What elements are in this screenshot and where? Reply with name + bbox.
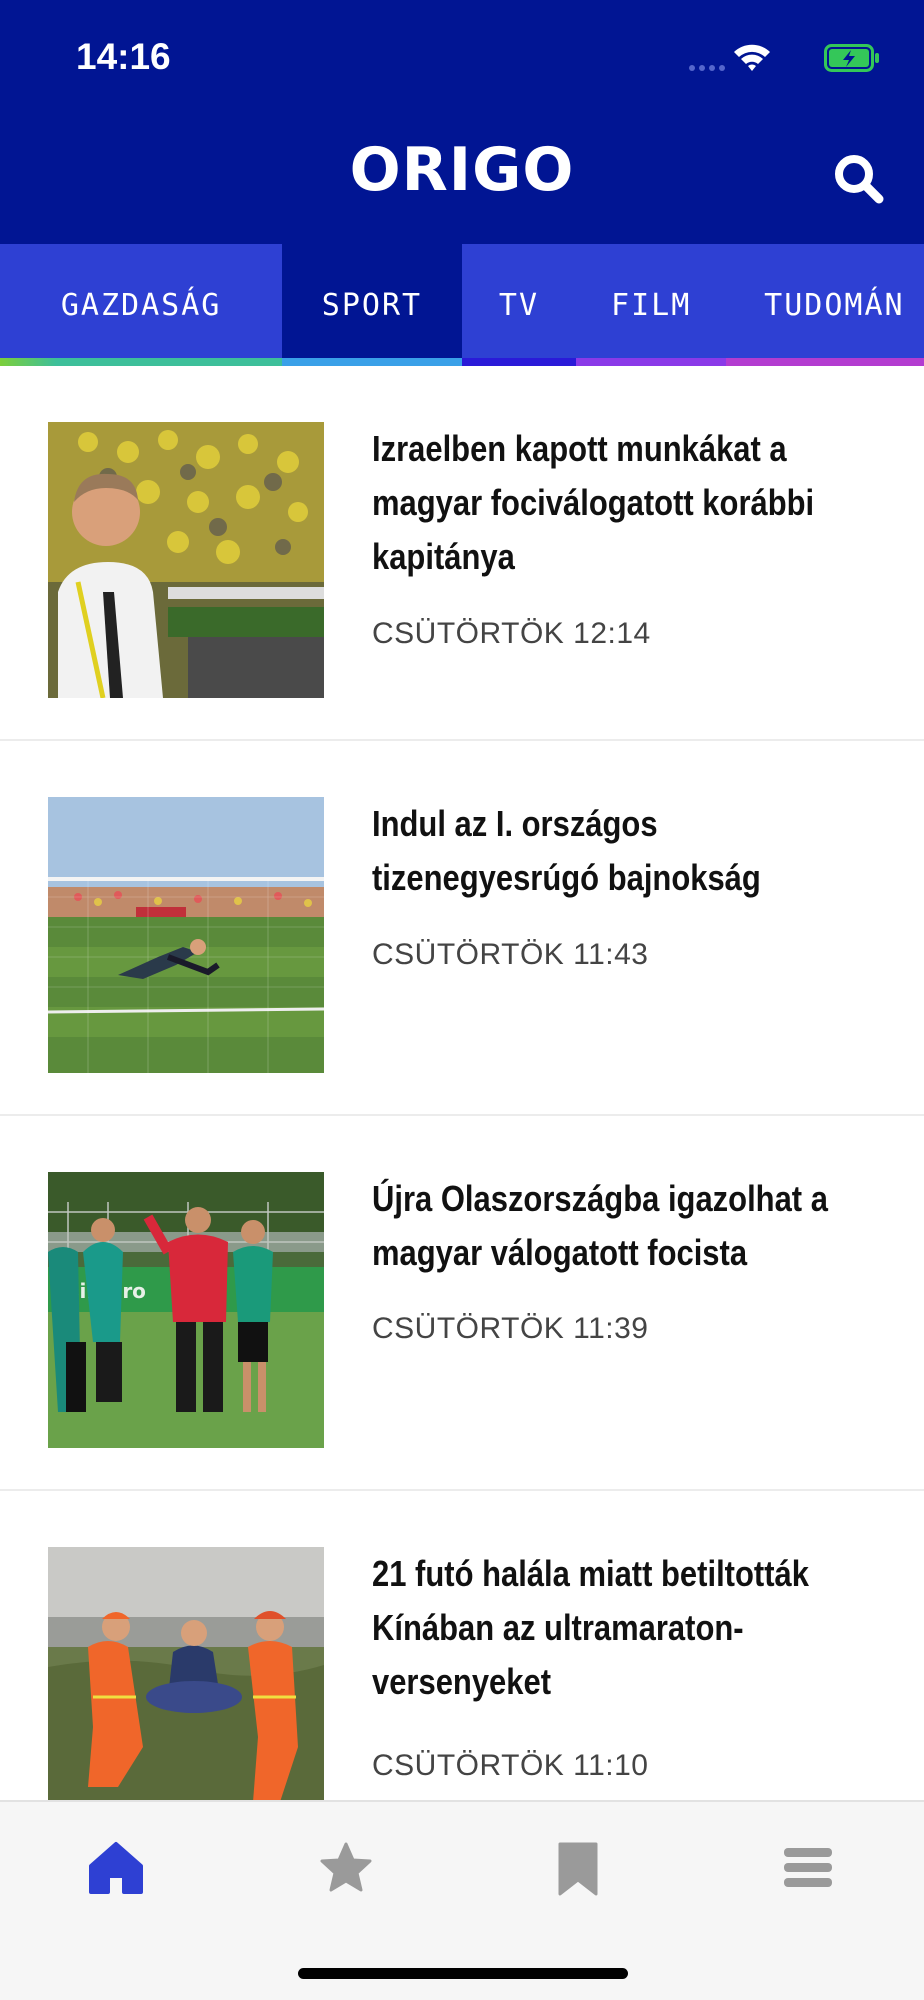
tab-underline bbox=[282, 358, 462, 366]
tab-tudomany[interactable]: TUDOMÁN bbox=[726, 244, 924, 366]
bookmark-icon[interactable] bbox=[548, 1838, 608, 1898]
article-title-line: versenyeket bbox=[372, 1661, 552, 1702]
article-thumbnail bbox=[48, 797, 324, 1073]
article-title-line: magyar fociválogatott korábbi bbox=[372, 482, 815, 523]
article-timestamp: CSÜTÖRTÖK 11:39 bbox=[372, 1312, 649, 1345]
tab-label: TUDOMÁN bbox=[764, 287, 905, 323]
article-timestamp: CSÜTÖRTÖK 12:14 bbox=[372, 617, 651, 650]
wifi-icon bbox=[734, 44, 770, 71]
app-logo[interactable]: ORIGO bbox=[0, 140, 924, 200]
article-title-line: Izraelben kapott munkákat a bbox=[372, 428, 787, 469]
article-title: Indul az I. országos tizenegyesrúgó bajn… bbox=[372, 797, 879, 905]
article-title-line: 21 futó halála miatt betiltották bbox=[372, 1553, 809, 1594]
home-icon[interactable] bbox=[86, 1838, 146, 1898]
status-icons bbox=[680, 40, 880, 76]
tab-sport[interactable]: SPORT bbox=[282, 244, 462, 366]
article-title-line: kapitánya bbox=[372, 536, 515, 577]
article-title: Újra Olaszországba igazolhat a magyar vá… bbox=[372, 1172, 879, 1280]
tab-label: FILM bbox=[611, 287, 692, 323]
tab-label: TV bbox=[498, 287, 540, 323]
tab-underline bbox=[726, 358, 924, 366]
article-title-line: Újra Olaszországba igazolhat a bbox=[372, 1178, 828, 1219]
article-title-line: Indul az I. országos bbox=[372, 803, 658, 844]
article-item[interactable]: 21 futó halála miatt betiltották Kínában… bbox=[0, 1491, 924, 1800]
tab-label: SPORT bbox=[321, 287, 423, 323]
article-list: Izraelben kapott munkákat a magyar fociv… bbox=[0, 366, 924, 1800]
signal-icon bbox=[689, 65, 725, 71]
menu-icon[interactable] bbox=[778, 1838, 838, 1898]
article-thumbnail bbox=[48, 422, 324, 698]
category-tabs: GAZDASÁG SPORT TV FILM TUDOMÁN bbox=[0, 244, 924, 366]
app-header: 14:16 ORIGO bbox=[0, 0, 924, 244]
tab-underline bbox=[576, 358, 727, 366]
battery-icon bbox=[824, 44, 879, 72]
article-title-line: Kínában az ultramaraton- bbox=[372, 1607, 744, 1648]
article-thumbnail bbox=[48, 1547, 324, 1800]
article-thumbnail: zsik-pro bbox=[48, 1172, 324, 1448]
article-timestamp: CSÜTÖRTÖK 11:10 bbox=[372, 1749, 649, 1782]
search-icon[interactable] bbox=[830, 150, 886, 206]
tab-label: GAZDASÁG bbox=[60, 287, 222, 323]
article-title: Izraelben kapott munkákat a magyar fociv… bbox=[372, 422, 879, 584]
article-title: 21 futó halála miatt betiltották Kínában… bbox=[372, 1547, 879, 1709]
tab-film[interactable]: FILM bbox=[576, 244, 727, 366]
tab-tv[interactable]: TV bbox=[461, 244, 577, 366]
article-title-line: magyar válogatott focista bbox=[372, 1232, 748, 1273]
tab-gazdasag[interactable]: GAZDASÁG bbox=[0, 244, 283, 366]
article-timestamp: CSÜTÖRTÖK 11:43 bbox=[372, 938, 649, 971]
tab-underline bbox=[461, 358, 577, 366]
home-indicator bbox=[298, 1968, 628, 1979]
tab-underline bbox=[0, 358, 283, 366]
article-item[interactable]: Izraelben kapott munkákat a magyar fociv… bbox=[0, 366, 924, 741]
article-item[interactable]: zsik-pro Újra Olaszországba igazo bbox=[0, 1116, 924, 1491]
article-item[interactable]: Indul az I. országos tizenegyesrúgó bajn… bbox=[0, 741, 924, 1116]
star-icon[interactable] bbox=[316, 1838, 376, 1898]
status-time: 14:16 bbox=[76, 36, 171, 77]
article-title-line: tizenegyesrúgó bajnokság bbox=[372, 857, 761, 898]
